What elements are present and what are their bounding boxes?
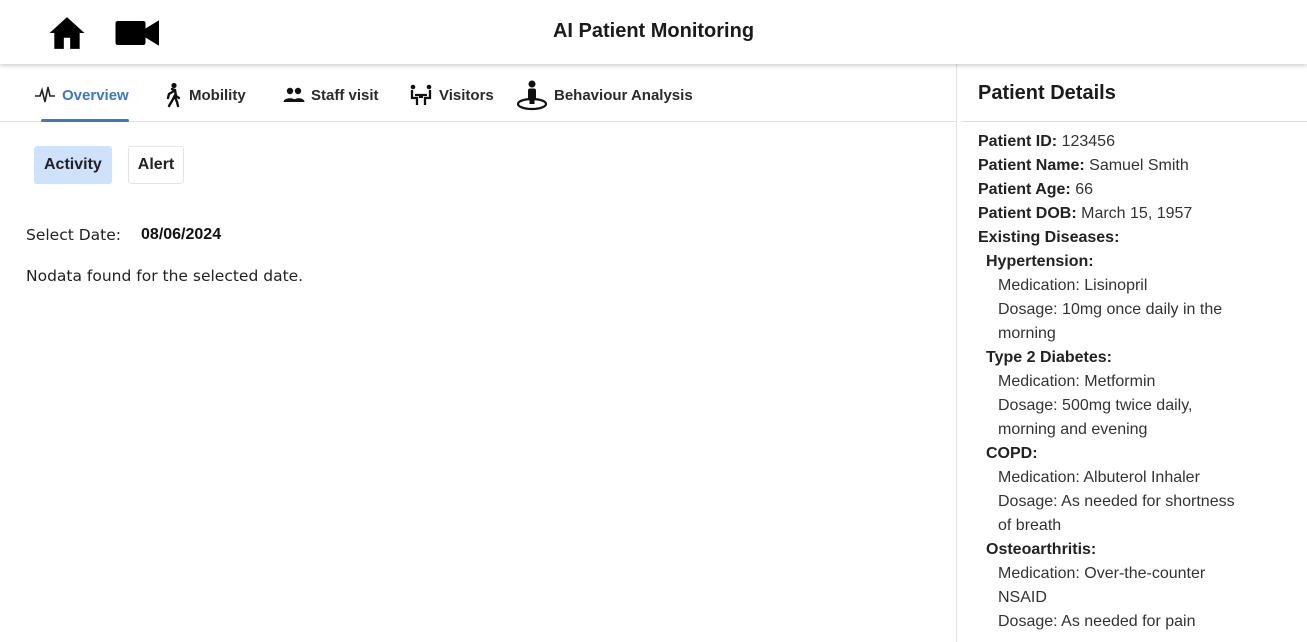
field-label: Patient Age: [978,181,1071,198]
app-header: AI Patient Monitoring [0,0,1307,64]
alert-button[interactable]: Alert [127,146,185,184]
disease-name: COPD: [986,445,1038,462]
patient-details-title: Patient Details [978,82,1116,104]
tab-overview[interactable]: Overview [34,86,129,122]
people-icon [283,83,305,107]
divider [962,121,1307,122]
patient-dob-row: Patient DOB: March 15, 1957 [978,202,1248,226]
field-label: Patient Name: [978,157,1085,174]
walking-icon [163,82,183,108]
medication: Medication: Over-the-counter NSAID [998,565,1206,606]
tab-label: Behaviour Analysis [554,87,693,104]
date-label: Select Date: [26,226,122,244]
patient-name-row: Patient Name: Samuel Smith [978,154,1248,178]
disease-item: Hypertension: Medication: Lisinopril Dos… [978,250,1248,346]
tab-visitors[interactable]: Visitors [409,83,494,122]
medication: Medication: Metformin [998,373,1156,390]
app-title: AI Patient Monitoring [552,20,755,42]
tab-staff-visit[interactable]: Staff visit [283,86,379,122]
disease-item: COPD: Medication: Albuterol Inhaler Dosa… [978,442,1248,538]
person-pin-icon [516,80,548,111]
tab-label: Visitors [439,87,494,104]
subtab-group: Activity Alert [34,146,185,184]
visitors-icon [409,83,433,107]
date-selector: Select Date: 08/06/2024 [26,226,221,244]
date-picker[interactable]: 08/06/2024 [141,226,221,244]
field-label: Patient ID: [978,133,1058,150]
disease-name: Osteoarthritis: [986,541,1097,558]
main-content: Overview Mobility Staff visit Visitors B… [0,64,956,642]
tab-mobility[interactable]: Mobility [163,82,246,122]
dosage: Dosage: As needed for pain [998,613,1196,630]
medication: Medication: Lisinopril [998,277,1148,294]
tab-label: Mobility [189,87,246,104]
patient-age: 66 [1075,181,1093,198]
tab-behaviour-analysis[interactable]: Behaviour Analysis [516,80,693,122]
disease-name: Type 2 Diabetes: [986,349,1112,366]
heartbeat-icon [34,83,56,107]
patient-dob: March 15, 1957 [1081,205,1193,222]
disease-item: Osteoarthritis: Medication: Over-the-cou… [978,538,1248,634]
dosage: Dosage: As needed for shortness of breat… [998,493,1235,534]
patient-id: 123456 [1061,133,1115,150]
disease-item: Type 2 Diabetes: Medication: Metformin D… [978,346,1248,442]
disease-name: Hypertension: [986,253,1094,270]
patient-age-row: Patient Age: 66 [978,178,1248,202]
tab-bar: Overview Mobility Staff visit Visitors B… [0,64,956,122]
dosage: Dosage: 10mg once daily in the morning [998,301,1223,342]
field-label: Patient DOB: [978,205,1077,222]
tab-label: Overview [62,87,129,104]
existing-diseases-row: Existing Diseases: [978,226,1248,250]
patient-id-row: Patient ID: 123456 [978,130,1248,154]
field-label: Existing Diseases: [978,229,1120,246]
tab-label: Staff visit [311,87,379,104]
patient-name: Samuel Smith [1089,157,1189,174]
medication: Medication: Albuterol Inhaler [998,469,1200,486]
activity-button[interactable]: Activity [34,146,112,184]
patient-details-panel: Patient Details Patient ID: 123456 Patie… [956,64,1307,642]
dosage: Dosage: 500mg twice daily, morning and e… [998,397,1193,438]
patient-details-list: Patient ID: 123456 Patient Name: Samuel … [978,130,1248,634]
no-data-message: Nodata found for the selected date. [26,267,304,285]
